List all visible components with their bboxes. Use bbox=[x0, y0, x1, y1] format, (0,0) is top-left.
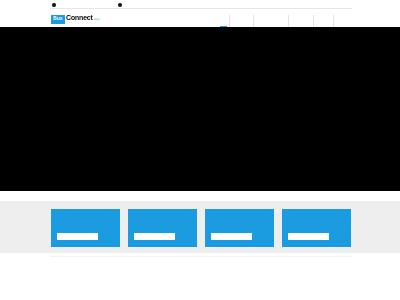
logo-suffix: .com bbox=[93, 17, 100, 21]
contact-dot-icon bbox=[52, 3, 56, 7]
divider bbox=[50, 256, 352, 257]
page: Bus Connect.com bbox=[0, 0, 400, 300]
logo-name: Connect bbox=[66, 15, 93, 22]
hero-media[interactable] bbox=[0, 27, 400, 191]
main-nav bbox=[218, 15, 350, 27]
feature-card-button[interactable] bbox=[57, 233, 98, 240]
logo-wordmark: Connect.com bbox=[66, 14, 100, 24]
feature-card bbox=[128, 209, 197, 247]
feature-card-button[interactable] bbox=[288, 233, 329, 240]
page-bottom bbox=[0, 253, 400, 300]
contact-dot-icon bbox=[118, 3, 122, 7]
nav-item[interactable] bbox=[333, 15, 350, 27]
nav-item-home[interactable] bbox=[218, 15, 229, 27]
logo-mark: Bus bbox=[51, 14, 65, 24]
feature-card bbox=[51, 209, 120, 247]
site-header: Bus Connect.com bbox=[0, 9, 400, 27]
top-info-bar bbox=[50, 0, 352, 9]
feature-card-button[interactable] bbox=[211, 233, 252, 240]
section-divider bbox=[0, 191, 400, 201]
feature-card bbox=[282, 209, 351, 247]
nav-item[interactable] bbox=[313, 15, 333, 27]
nav-item[interactable] bbox=[253, 15, 288, 27]
nav-item[interactable] bbox=[229, 15, 253, 27]
features-band bbox=[0, 201, 400, 253]
site-logo[interactable]: Bus Connect.com bbox=[51, 14, 100, 24]
nav-item[interactable] bbox=[288, 15, 313, 27]
feature-card-button[interactable] bbox=[134, 233, 175, 240]
feature-card bbox=[205, 209, 274, 247]
